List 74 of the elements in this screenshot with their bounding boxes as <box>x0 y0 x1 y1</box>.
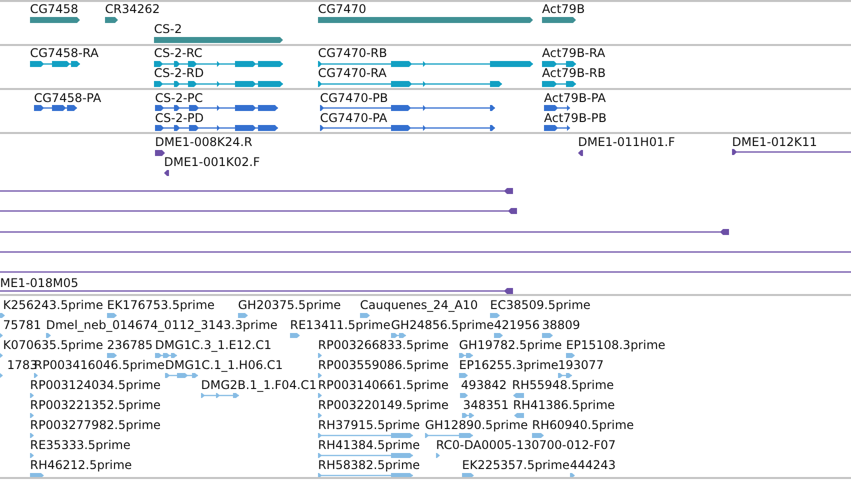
feature-label: CS-2-RD <box>154 66 204 80</box>
feature-label: CG7458-PA <box>34 91 102 105</box>
feature-label: 75781 <box>3 318 42 332</box>
gene-glyph <box>105 17 118 23</box>
feature-label: CS-2-PD <box>155 111 204 125</box>
feature-label: CG7470-PB <box>320 91 388 105</box>
feature-label: RH37915.5prime <box>318 418 420 432</box>
feature-label: EK176753.5prime <box>107 298 215 312</box>
feature-label: RH41384.5prime <box>318 438 420 452</box>
feature-label: ME1-018M05 <box>0 276 78 290</box>
feature-label: DME1-001K02.F <box>164 155 260 169</box>
feature-label: RH58382.5prime <box>318 458 420 472</box>
feature-label: Act79B <box>542 2 585 16</box>
feature-label: GH20375.5prime <box>238 298 341 312</box>
feature-label: DME1-012K11 <box>732 135 818 149</box>
feature-label: RH46212.5prime <box>30 458 132 472</box>
feature-label: CG7470-RA <box>318 66 387 80</box>
feature-label: 493842 <box>461 378 507 392</box>
feature-label: DME1-011H01.F <box>578 135 676 149</box>
feature-label: RE13411.5prime <box>290 318 390 332</box>
feature-label: DMG1C.3_1.E12.C1 <box>155 338 272 352</box>
feature-label: RP003221352.5prime <box>30 398 161 412</box>
feature-label: RH60940.5prime <box>532 418 634 432</box>
feature-label: CR34262 <box>105 2 160 16</box>
feature-label: EP16255.3prime <box>459 358 558 372</box>
feature-label: Act79B-RB <box>542 66 606 80</box>
feature-label: 421956 <box>494 318 540 332</box>
feature-label: GH24856.5prime <box>391 318 494 332</box>
feature-label: RH41386.5prime <box>513 398 615 412</box>
feature-label: Dmel_neb_014674_0112_3143.3prime <box>46 318 278 332</box>
feature-label: 38809 <box>542 318 580 332</box>
gene-glyph <box>542 17 576 23</box>
feature-label: Act79B-PA <box>544 91 606 105</box>
feature-label: CS-2-RC <box>154 46 202 60</box>
gene-glyph <box>30 17 80 23</box>
feature-label: K256243.5prime <box>3 298 104 312</box>
feature-label: Act79B-RA <box>542 46 606 60</box>
feature-label: CG7470-PA <box>320 111 388 125</box>
feature-label: RP003124034.5prime <box>30 378 161 392</box>
transcript-glyph <box>542 61 576 67</box>
transcript-glyph <box>542 81 576 87</box>
feature-label: CG7458 <box>30 2 78 16</box>
feature-label: RH55948.5prime <box>512 378 614 392</box>
feature-label: RP003140661.5prime <box>318 378 449 392</box>
protein-glyph <box>544 105 570 111</box>
feature-label: DMG2B.1_1.F04.C1 <box>201 378 317 392</box>
feature-label: CS-2-PC <box>155 91 203 105</box>
feature-label: RE35333.5prime <box>30 438 130 452</box>
feature-label: K070635.5prime <box>3 338 104 352</box>
feature-label: DME1-008K24.R <box>155 135 252 149</box>
feature-label: CG7458-RA <box>30 46 99 60</box>
feature-label: RP003277982.5prime <box>30 418 161 432</box>
feature-label: CG7470-RB <box>318 46 388 60</box>
feature-label: 236785 <box>107 338 153 352</box>
feature-label: DMG1C.1_1.H06.C1 <box>165 358 283 372</box>
feature-label: RP003220149.5prime <box>318 398 449 412</box>
transcript-glyph <box>30 61 80 67</box>
feature-label: 348351 <box>463 398 509 412</box>
feature-label: Cauquenes_24_A10 <box>360 298 478 312</box>
feature-label: EC38509.5prime <box>490 298 591 312</box>
feature-label: Act79B-PB <box>544 111 607 125</box>
protein-glyph <box>34 105 77 111</box>
feature-label: EP15108.3prime <box>566 338 666 352</box>
feature-label: CG7470 <box>318 2 366 16</box>
feature-label: 193077 <box>558 358 604 372</box>
feature-label: GH12890.5prime <box>425 418 528 432</box>
feature-label: RC0-DA0005-130700-012-F07 <box>436 438 616 452</box>
protein-glyph <box>544 125 570 131</box>
feature-label: EK225357.5prime <box>462 458 570 472</box>
feature-label: GH19782.5prime <box>459 338 562 352</box>
feature-label: 444243 <box>570 458 616 472</box>
feature-label: RP003266833.5prime <box>318 338 449 352</box>
feature-label: RP003559086.5prime <box>318 358 449 372</box>
feature-label: CS-2 <box>154 22 182 36</box>
